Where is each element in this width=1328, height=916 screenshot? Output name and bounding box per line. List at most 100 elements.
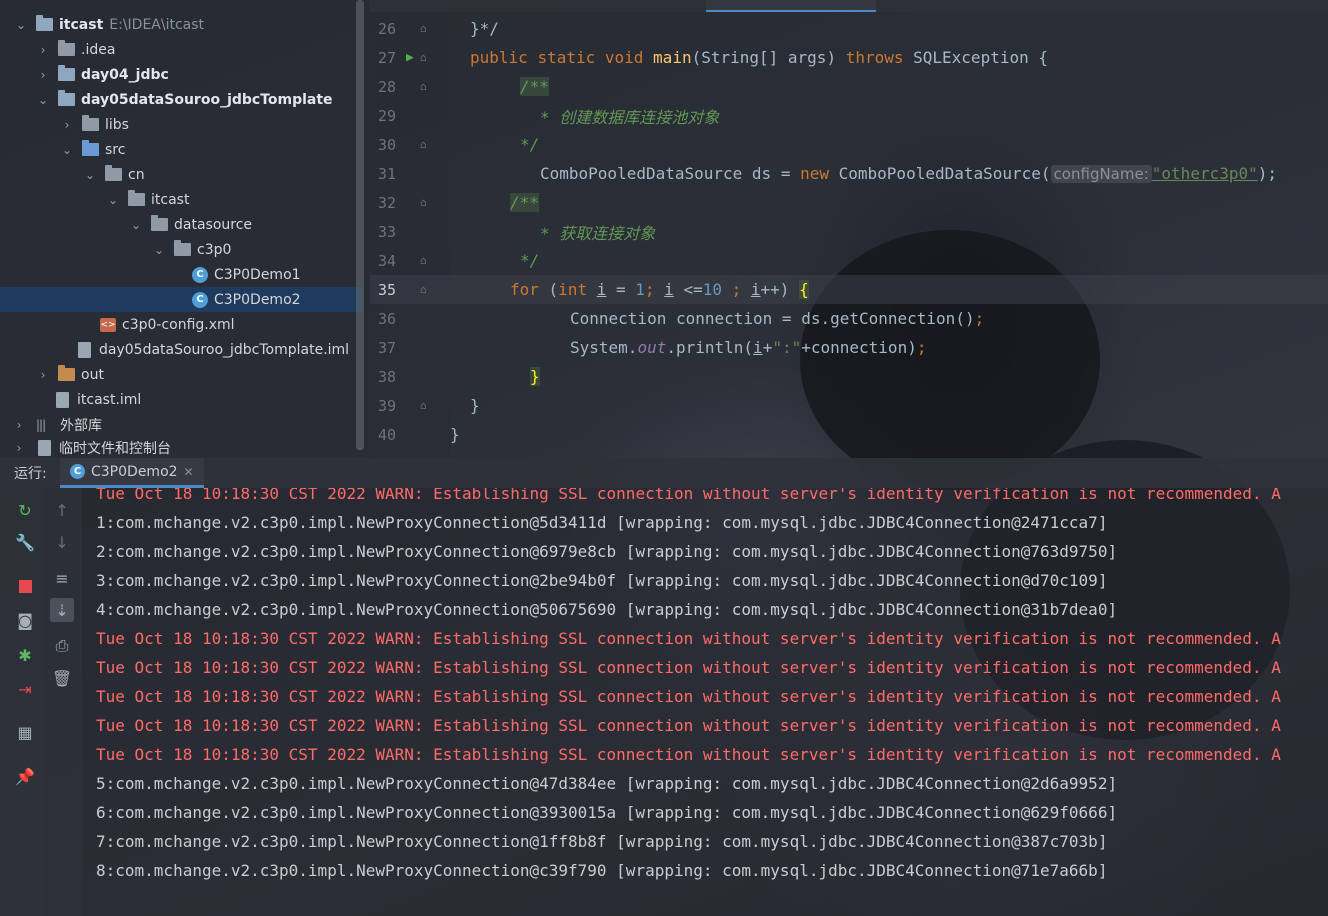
project-scrollbar[interactable] [356, 0, 364, 450]
code-token: ; [721, 280, 751, 299]
soft-wrap-icon[interactable]: ≡ [50, 566, 74, 590]
wrench-icon[interactable]: 🔧 [13, 530, 37, 554]
fold-icon[interactable]: ⌂ [420, 254, 434, 267]
trash-icon[interactable]: 🗑 [50, 666, 74, 690]
tree-item-external-libs[interactable]: › ||| 外部库 [0, 412, 362, 437]
code-token: static [537, 48, 596, 67]
code-token: } [530, 367, 540, 386]
editor-tab-strip [370, 0, 1328, 12]
debug-icon[interactable]: ✱ [13, 643, 37, 667]
code-token: System. [570, 338, 638, 357]
chevron-right-icon[interactable]: › [36, 43, 50, 57]
chevron-down-icon[interactable]: ⌄ [60, 143, 74, 157]
package-icon [151, 215, 168, 231]
fold-icon[interactable]: ⌂ [420, 283, 434, 296]
console-output-line: 5:com.mchange.v2.c3p0.impl.NewProxyConne… [96, 774, 1118, 793]
code-token: <= [673, 280, 703, 299]
run-label: 运行: [14, 466, 47, 482]
pin-icon[interactable]: 📌 [13, 764, 37, 788]
line-number: 40 [377, 425, 396, 444]
library-icon: ||| [36, 417, 46, 432]
console-output-line: 8:com.mchange.v2.c3p0.impl.NewProxyConne… [96, 861, 1108, 880]
code-token: }*/ [470, 19, 499, 38]
tree-item-c3p0[interactable]: ⌄ c3p0 [0, 237, 362, 262]
tree-item-libs[interactable]: › libs [0, 112, 362, 137]
package-icon [128, 190, 145, 206]
chevron-right-icon[interactable]: › [12, 441, 26, 455]
chevron-down-icon[interactable]: ⌄ [14, 18, 28, 32]
line-number: 34 [377, 251, 396, 270]
line-number: 37 [377, 338, 396, 357]
tree-item-label: C3P0Demo2 [214, 291, 301, 308]
console-output-line: 4:com.mchange.v2.c3p0.impl.NewProxyConne… [96, 600, 1118, 619]
code-token: int [558, 280, 588, 299]
folder-icon [82, 115, 99, 131]
module-folder-icon [58, 65, 75, 81]
camera-icon[interactable]: ◙ [13, 608, 37, 632]
chevron-right-icon[interactable]: › [60, 118, 74, 132]
stop-icon[interactable] [13, 574, 37, 598]
tree-item-day05-iml[interactable]: day05dataSouroo_jdbcTomplate.iml [0, 337, 362, 362]
chevron-down-icon[interactable]: ⌄ [152, 243, 166, 257]
fold-icon[interactable]: ⌂ [420, 399, 434, 412]
close-icon[interactable]: ✕ [184, 465, 194, 479]
arrow-down-icon[interactable]: ↓ [50, 530, 74, 554]
tree-item-root[interactable]: ⌄ itcast E:\IDEA\itcast [0, 12, 362, 37]
console-output-line: 7:com.mchange.v2.c3p0.impl.NewProxyConne… [96, 832, 1108, 851]
console-warning-line: Tue Oct 18 10:18:30 CST 2022 WARN: Estab… [96, 687, 1281, 706]
rerun-icon[interactable]: ↻ [13, 498, 37, 522]
code-token: /** [510, 193, 539, 212]
active-editor-tab[interactable] [706, 0, 876, 12]
tree-item-datasource[interactable]: ⌄ datasource [0, 212, 362, 237]
tree-item-src[interactable]: ⌄ src [0, 137, 362, 162]
run-toolbar-secondary: ↑ ↓ ≡ ⇣ ⎙ 🗑 [44, 488, 82, 916]
code-token: 10 [702, 280, 722, 299]
tree-item-idea[interactable]: › .idea [0, 37, 362, 62]
arrow-up-icon[interactable]: ↑ [50, 498, 74, 522]
tree-item-c3p0demo2[interactable]: C C3P0Demo2 [0, 287, 362, 312]
tree-item-day04[interactable]: › day04_jdbc [0, 62, 362, 87]
chevron-down-icon[interactable]: ⌄ [106, 193, 120, 207]
exit-icon[interactable]: ⇥ [13, 677, 37, 701]
layout-icon[interactable]: ▦ [13, 720, 37, 744]
folder-icon [58, 40, 75, 56]
chevron-right-icon[interactable]: › [36, 368, 50, 382]
fold-icon[interactable]: ⌂ [420, 51, 434, 64]
fold-icon[interactable]: ⌂ [420, 22, 434, 35]
line-number: 36 [377, 309, 396, 328]
chevron-down-icon[interactable]: ⌄ [129, 218, 143, 232]
fold-icon[interactable]: ⌂ [420, 138, 434, 151]
code-token: ++) [760, 280, 800, 299]
chevron-down-icon[interactable]: ⌄ [36, 93, 50, 107]
line-number: 31 [377, 164, 396, 183]
package-icon [174, 240, 191, 256]
fold-icon[interactable]: ⌂ [420, 80, 434, 93]
chevron-down-icon[interactable]: ⌄ [83, 168, 97, 182]
tree-item-out[interactable]: › out [0, 362, 362, 387]
tree-item-label: itcast.iml [77, 391, 142, 408]
console-warning-line: Tue Oct 18 10:18:30 CST 2022 WARN: Estab… [96, 488, 1281, 503]
tree-item-itcast[interactable]: ⌄ itcast [0, 187, 362, 212]
tree-item-cn[interactable]: ⌄ cn [0, 162, 362, 187]
code-token: 1 [635, 280, 645, 299]
chevron-right-icon[interactable]: › [36, 68, 50, 82]
line-number: 35 [377, 280, 396, 299]
tree-item-scratches[interactable]: › 临时文件和控制台 [0, 437, 362, 458]
code-token: Connection connection = ds.getConnection… [570, 309, 975, 328]
print-icon[interactable]: ⎙ [50, 634, 74, 658]
line-number: 30 [377, 135, 396, 154]
console-output[interactable]: Tue Oct 18 10:18:30 CST 2022 WARN: Estab… [96, 488, 1328, 916]
tree-item-day05[interactable]: ⌄ day05dataSouroo_jdbcTomplate [0, 87, 362, 112]
code-token: "otherc3p0" [1151, 164, 1258, 183]
chevron-right-icon[interactable]: › [12, 418, 26, 432]
tree-item-c3p0-config[interactable]: <> c3p0-config.xml [0, 312, 362, 337]
scroll-to-end-icon[interactable]: ⇣ [50, 598, 74, 622]
tree-item-itcast-iml[interactable]: itcast.iml [0, 387, 362, 412]
code-editor[interactable]: 26 ⌂ }*/ 27 ▶ ⌂ public static void main(… [370, 12, 1328, 458]
tree-item-c3p0demo1[interactable]: C C3P0Demo1 [0, 262, 362, 287]
run-tab-c3p0demo2[interactable]: C C3P0Demo2 ✕ [60, 458, 204, 488]
console-output-line: 2:com.mchange.v2.c3p0.impl.NewProxyConne… [96, 542, 1118, 561]
code-line: 37 System.out.println(i+":"+connection); [370, 333, 1328, 362]
fold-icon[interactable]: ⌂ [420, 196, 434, 209]
run-icon[interactable]: ▶ [406, 50, 420, 65]
